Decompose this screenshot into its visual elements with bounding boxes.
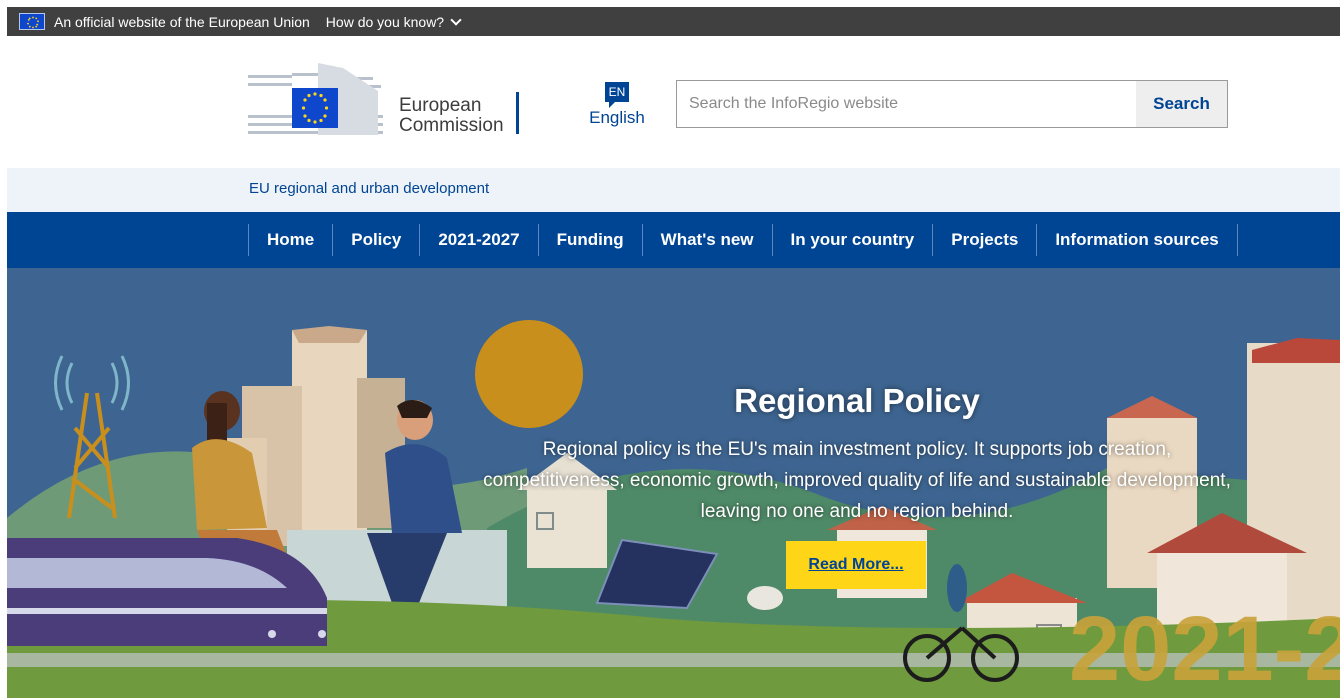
train-shape	[7, 538, 327, 646]
nav-item-in-your-country[interactable]: In your country	[773, 224, 934, 256]
logo-divider	[516, 92, 519, 134]
how-do-you-know-toggle[interactable]: How do you know?	[325, 13, 462, 30]
roof-left-1	[292, 326, 367, 343]
read-more-button[interactable]: Read More...	[786, 541, 926, 589]
chevron-down-icon	[450, 13, 462, 26]
search-input[interactable]	[677, 81, 1136, 127]
wifi-signal-icon	[54, 355, 130, 411]
official-site-text: An official website of the European Unio…	[54, 13, 310, 30]
main-navigation: Home Policy 2021-2027 Funding What's new…	[7, 212, 1340, 268]
nav-item-whats-new[interactable]: What's new	[643, 224, 773, 256]
nav-item-policy[interactable]: Policy	[333, 224, 421, 256]
logo-line-commission: Commission	[399, 115, 504, 136]
cyclist-figure	[947, 564, 967, 612]
logo-wordmark: European Commission	[399, 96, 504, 136]
nav-item-funding[interactable]: Funding	[539, 224, 643, 256]
nav-item-home[interactable]: Home	[249, 224, 334, 256]
language-selector[interactable]: EN English	[587, 82, 647, 128]
how-do-you-know-label: How do you know?	[325, 13, 445, 30]
hero-description: Regional policy is the EU's main investm…	[483, 439, 1231, 522]
hero-banner: 2021-2 Regional Policy Regional policy i…	[7, 268, 1340, 698]
site-name[interactable]: EU regional and urban development	[249, 180, 489, 197]
nav-list: Home Policy 2021-2027 Funding What's new…	[248, 224, 1238, 256]
eu-flag-icon	[19, 13, 45, 30]
roof-right-tall	[1252, 338, 1340, 363]
speech-bubble-icon: EN	[605, 82, 629, 108]
nav-item-information-sources[interactable]: Information sources	[1037, 224, 1238, 256]
nav-item-projects[interactable]: Projects	[933, 224, 1038, 256]
sheep-icon	[747, 586, 783, 610]
year-art-text: 2021-2	[1069, 598, 1340, 698]
building-left-1	[292, 330, 367, 530]
search-form: Search	[676, 80, 1228, 128]
site-name-bar: EU regional and urban development	[7, 168, 1340, 212]
logo-line-european: European	[399, 95, 482, 116]
nav-item-2021-2027[interactable]: 2021-2027	[420, 224, 539, 256]
search-button[interactable]: Search	[1136, 81, 1227, 127]
official-eu-bar: An official website of the European Unio…	[7, 7, 1340, 36]
hero-title: Regional Policy	[734, 382, 980, 419]
language-label: English	[589, 108, 645, 127]
site-header: European Commission EN English Search	[7, 36, 1340, 168]
